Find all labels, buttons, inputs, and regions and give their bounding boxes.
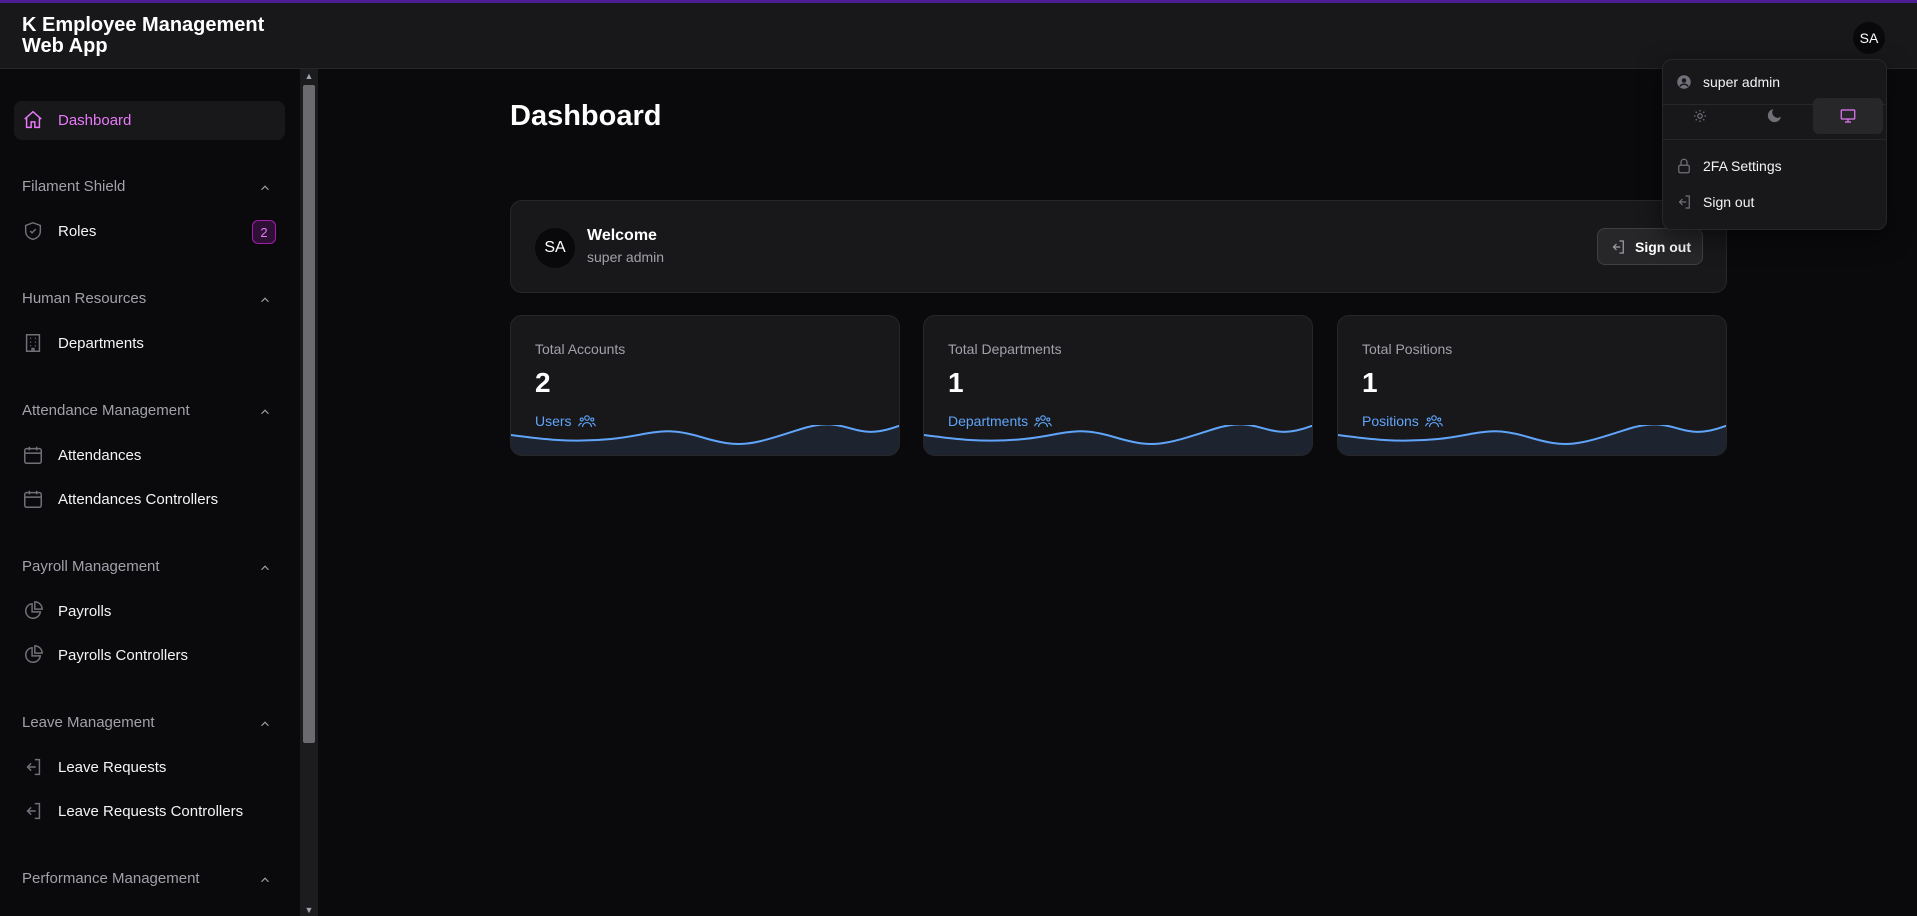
sign-out-menu-label: Sign out	[1703, 194, 1755, 210]
sidebar-item-label: Payrolls	[58, 602, 112, 620]
pie-chart-icon	[25, 601, 43, 619]
building-icon	[25, 334, 41, 352]
chevron-up-icon[interactable]	[258, 293, 272, 307]
welcome-title: Welcome	[587, 227, 657, 244]
pie-chart-icon	[25, 645, 43, 663]
user-circle-icon	[1677, 75, 1691, 89]
sign-out-button[interactable]: Sign out	[1597, 228, 1703, 265]
sidebar-item-label: Leave Requests Controllers	[58, 802, 244, 820]
scroll-up-arrow-icon[interactable]: ▲	[303, 71, 315, 81]
sparkline-chart	[511, 425, 899, 455]
shield-check-icon	[24, 221, 42, 241]
stat-label: Total Positions	[1362, 341, 1453, 357]
door-exit-icon	[26, 802, 41, 820]
calendar-icon	[24, 446, 42, 464]
sidebar-item-label: Attendances	[58, 446, 142, 464]
calendar-icon	[24, 490, 42, 508]
sidebar-item-roles[interactable]: Roles	[22, 219, 96, 243]
theme-light-button[interactable]	[1665, 98, 1735, 134]
lock-icon	[1678, 158, 1690, 174]
group-performance-management[interactable]: Performance Management	[22, 870, 200, 887]
welcome-card: SA Welcome super admin Sign out	[510, 200, 1727, 293]
group-leave-management[interactable]: Leave Management	[22, 714, 155, 731]
roles-count-badge: 2	[252, 220, 276, 244]
sidebar-item-label: Roles	[58, 222, 97, 240]
stat-value: 2	[535, 367, 551, 398]
user-menu-profile: super admin	[1675, 71, 1780, 93]
two-fa-settings-item[interactable]: 2FA Settings	[1675, 155, 1782, 177]
app-title[interactable]: K Employee Management Web App	[22, 15, 282, 57]
door-exit-icon	[26, 758, 41, 776]
chevron-up-icon[interactable]	[258, 181, 272, 195]
sidebar-item-departments[interactable]: Departments	[22, 331, 144, 355]
chevron-up-icon[interactable]	[258, 873, 272, 887]
stat-value: 1	[1362, 367, 1378, 398]
welcome-user-name: super admin	[587, 249, 665, 265]
sidebar-item-payrolls-controllers[interactable]: Payrolls Controllers	[22, 643, 188, 667]
sidebar-item-attendances-controllers[interactable]: Attendances Controllers	[22, 487, 218, 511]
user-menu-name: super admin	[1703, 74, 1781, 90]
user-avatar-button[interactable]: SA	[1853, 22, 1885, 54]
stat-card-total-departments: Total Departments 1 Departments	[923, 315, 1313, 456]
sidebar-item-payrolls[interactable]: Payrolls	[22, 599, 111, 623]
group-attendance-management[interactable]: Attendance Management	[22, 402, 190, 419]
sparkline-chart	[924, 425, 1312, 455]
theme-system-button[interactable]	[1813, 98, 1883, 134]
top-bar: K Employee Management Web App SA	[0, 3, 1917, 69]
group-filament-shield[interactable]: Filament Shield	[22, 178, 125, 195]
home-icon	[24, 110, 42, 129]
two-fa-settings-label: 2FA Settings	[1703, 158, 1782, 174]
sign-out-menu-item[interactable]: Sign out	[1675, 191, 1754, 213]
stat-card-total-positions: Total Positions 1 Positions	[1337, 315, 1727, 456]
sidebar-item-label: Leave Requests	[58, 758, 167, 776]
chevron-up-icon[interactable]	[258, 405, 272, 419]
stat-label: Total Departments	[948, 341, 1062, 357]
group-payroll-management[interactable]: Payroll Management	[22, 558, 160, 575]
sidebar-scroll-thumb[interactable]	[303, 85, 315, 743]
sidebar-item-label: Departments	[58, 334, 144, 352]
sun-icon	[1694, 110, 1706, 122]
group-human-resources[interactable]: Human Resources	[22, 290, 146, 307]
stat-card-total-accounts: Total Accounts 2 Users	[510, 315, 900, 456]
sidebar-item-label: Dashboard	[58, 111, 132, 129]
monitor-icon	[1840, 109, 1856, 123]
chevron-up-icon[interactable]	[258, 717, 272, 731]
sidebar-item-leave-requests[interactable]: Leave Requests	[22, 755, 166, 779]
theme-dark-button[interactable]	[1739, 98, 1809, 134]
avatar: SA	[535, 228, 575, 268]
chevron-up-icon[interactable]	[258, 561, 272, 575]
sign-out-icon	[1678, 195, 1690, 209]
stat-value: 1	[948, 367, 964, 398]
sidebar-item-leave-requests-controllers[interactable]: Leave Requests Controllers	[22, 799, 243, 823]
sidebar: Dashboard Filament Shield Roles 2 Human …	[0, 70, 300, 916]
sidebar-item-dashboard[interactable]: Dashboard	[22, 108, 131, 132]
sidebar-item-label: Attendances Controllers	[58, 490, 219, 508]
moon-icon	[1767, 108, 1782, 123]
scroll-down-arrow-icon[interactable]: ▼	[303, 905, 315, 915]
sign-out-icon	[1612, 239, 1624, 254]
user-menu-dropdown: super admin 2FA Settings Sign out	[1662, 59, 1887, 230]
page-title: Dashboard	[510, 100, 662, 132]
divider	[1663, 139, 1886, 140]
sidebar-item-attendances[interactable]: Attendances	[22, 443, 141, 467]
sidebar-item-label: Payrolls Controllers	[58, 646, 189, 664]
sign-out-label: Sign out	[1635, 238, 1691, 255]
sparkline-chart	[1338, 425, 1726, 455]
stat-label: Total Accounts	[535, 341, 626, 357]
